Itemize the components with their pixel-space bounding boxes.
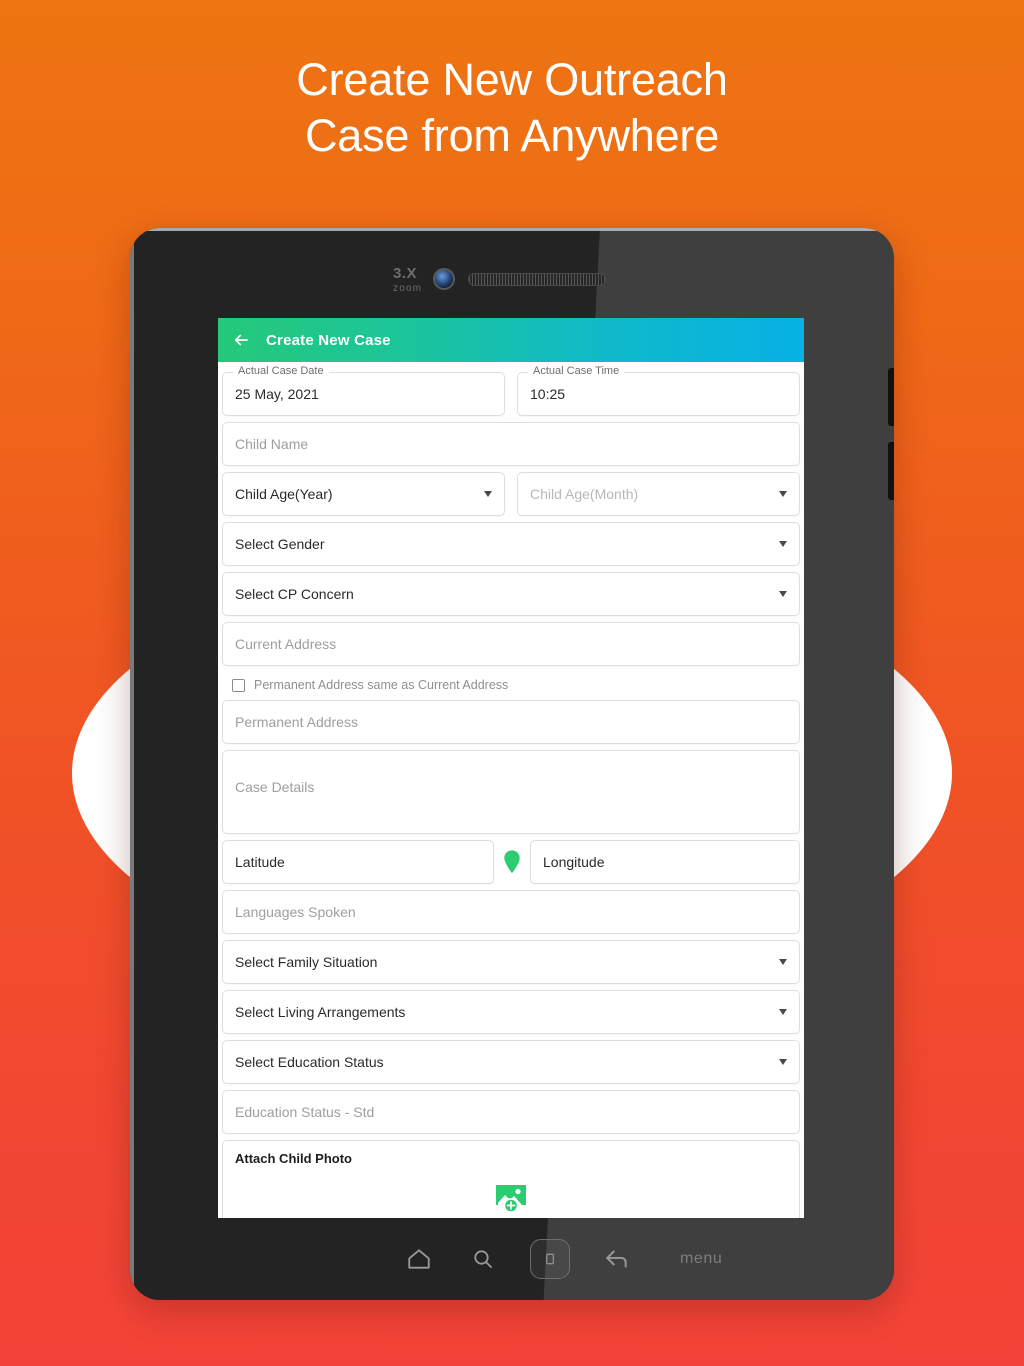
device-screen: Create New Case Actual Case Date 25 May,… [218,318,804,1218]
arrow-left-icon[interactable] [232,331,250,349]
latitude-input[interactable]: Latitude [222,840,494,884]
select-education-status-value: Select Education Status [235,1054,384,1070]
case-details-textarea[interactable]: Case Details [222,750,800,834]
permanent-address-input[interactable]: Permanent Address [222,700,800,744]
select-education-status-select[interactable]: Select Education Status [222,1040,800,1084]
front-camera-icon [433,268,455,290]
chevron-down-icon [779,491,787,497]
permanent-same-as-current-checkbox[interactable]: Permanent Address same as Current Addres… [220,672,802,700]
select-gender-select[interactable]: Select Gender [222,522,800,566]
camera-zoom-sub: zoom [393,283,423,294]
actual-case-date-field[interactable]: Actual Case Date 25 May, 2021 [222,365,505,416]
languages-spoken-placeholder: Languages Spoken [235,904,356,920]
select-cp-concern-select[interactable]: Select CP Concern [222,572,800,616]
longitude-value: Longitude [543,854,605,870]
chevron-down-icon [779,1059,787,1065]
attach-child-photo-card[interactable]: Attach Child Photo [222,1140,800,1218]
current-address-placeholder: Current Address [235,636,337,652]
promo-headline: Create New Outreach Case from Anywhere [296,54,728,161]
select-family-situation-select[interactable]: Select Family Situation [222,940,800,984]
map-pin-icon[interactable] [494,850,530,874]
child-name-input[interactable]: Child Name [222,422,800,466]
chevron-down-icon [779,591,787,597]
datetime-row: Actual Case Date 25 May, 2021 Actual Cas… [220,365,802,422]
geo-coordinates-row: Latitude Longitude [220,840,802,884]
case-details-placeholder: Case Details [235,779,315,795]
tablet-device: 3.X zoom Create New Case Actual Case Dat… [130,228,894,1300]
actual-case-time-label: Actual Case Time [528,365,625,378]
home-icon[interactable] [402,1242,436,1276]
permanent-address-placeholder: Permanent Address [235,714,358,730]
actual-case-time-value: 10:25 [530,386,566,402]
tablet-left-edge [130,228,134,1300]
speaker-grille [468,273,606,286]
create-case-form: Actual Case Date 25 May, 2021 Actual Cas… [218,362,804,1218]
select-living-arrangements-value: Select Living Arrangements [235,1004,406,1020]
chevron-down-icon [779,541,787,547]
select-living-arrangements-select[interactable]: Select Living Arrangements [222,990,800,1034]
page-title: Create New Case [266,331,391,349]
permanent-same-label: Permanent Address same as Current Addres… [254,678,509,692]
camera-zoom-value: 3.X [393,265,418,282]
child-age-year-value: Child Age(Year) [235,486,333,502]
promo-stage: Create New Outreach Case from Anywhere 3… [0,0,1024,1366]
camera-zoom-label: 3.X zoom [393,266,422,296]
volume-button[interactable] [888,368,894,426]
longitude-input[interactable]: Longitude [530,840,800,884]
child-age-month-placeholder: Child Age(Month) [530,486,639,502]
tablet-top-edge [130,228,894,231]
attach-child-photo-label: Attach Child Photo [235,1151,352,1166]
current-address-input[interactable]: Current Address [222,622,800,666]
chevron-down-icon [484,491,492,497]
select-cp-concern-value: Select CP Concern [235,586,354,602]
app-bar: Create New Case [218,318,804,362]
chevron-down-icon [779,959,787,965]
recents-icon[interactable] [530,1239,570,1279]
power-button[interactable] [888,442,894,500]
education-status-std-input[interactable]: Education Status - Std [222,1090,800,1134]
chevron-down-icon [779,1009,787,1015]
back-arrow-icon[interactable] [600,1242,634,1276]
child-age-row: Child Age(Year) Child Age(Month) [220,472,802,522]
checkbox-icon[interactable] [232,678,245,692]
latitude-value: Latitude [235,854,285,870]
education-status-std-placeholder: Education Status - Std [235,1104,375,1120]
languages-spoken-input[interactable]: Languages Spoken [222,890,800,934]
actual-case-time-field[interactable]: Actual Case Time 10:25 [517,365,800,416]
menu-label[interactable]: menu [680,1250,722,1268]
child-age-month-select[interactable]: Child Age(Month) [517,472,800,516]
child-name-placeholder: Child Name [235,436,309,452]
actual-case-date-label: Actual Case Date [233,365,329,378]
system-navigation-bar: menu [130,1218,894,1300]
select-family-situation-value: Select Family Situation [235,954,378,970]
select-gender-value: Select Gender [235,536,325,552]
add-photo-icon[interactable] [235,1172,787,1218]
search-icon[interactable] [466,1242,500,1276]
child-age-year-select[interactable]: Child Age(Year) [222,472,505,516]
actual-case-date-value: 25 May, 2021 [235,386,319,402]
